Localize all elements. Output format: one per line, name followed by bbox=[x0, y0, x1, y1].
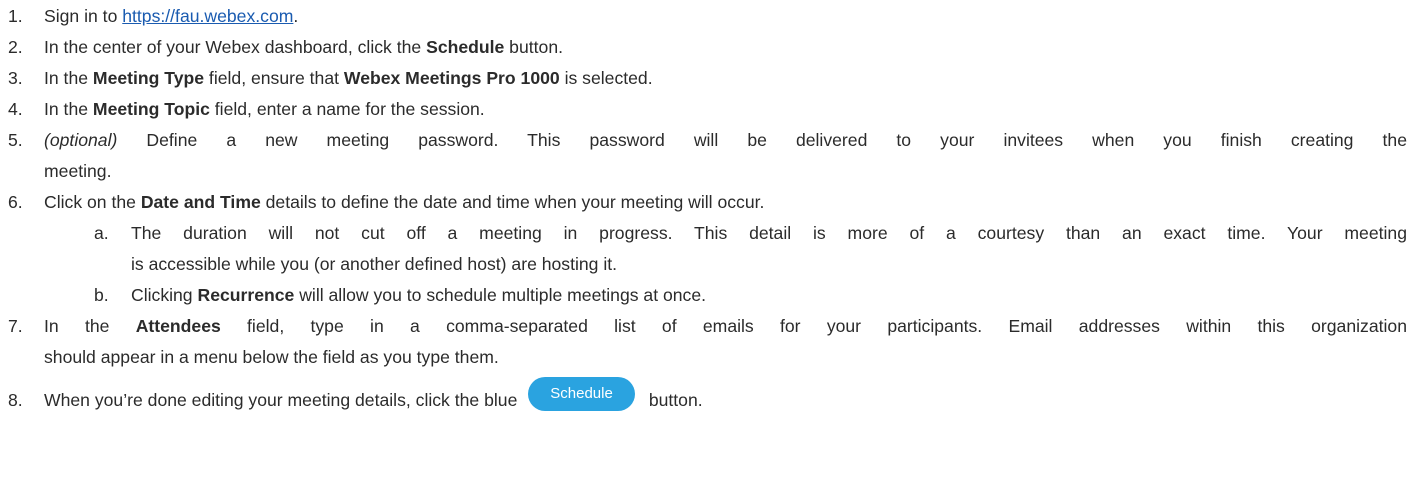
schedule-term: Schedule bbox=[426, 37, 505, 57]
substep-letter: b. bbox=[94, 285, 109, 305]
instructions-document: 1. Sign in to https://fau.webex.com. 2. … bbox=[0, 0, 1418, 500]
step-number: 8. bbox=[8, 390, 23, 410]
schedule-button[interactable]: Schedule bbox=[528, 377, 635, 412]
meeting-pro-term: Webex Meetings Pro 1000 bbox=[343, 68, 560, 88]
date-time-term: Date and Time bbox=[140, 192, 261, 212]
step-number: 1. bbox=[8, 6, 23, 26]
step-text: In the center of your Webex dashboard, c… bbox=[44, 37, 427, 57]
attendees-term: Attendees bbox=[135, 316, 221, 336]
step-number: 2. bbox=[8, 37, 23, 57]
recurrence-term: Recurrence bbox=[197, 285, 295, 305]
step-text: Sign in to bbox=[44, 6, 123, 26]
meeting-type-term: Meeting Type bbox=[92, 68, 205, 88]
step-number: 7. bbox=[8, 316, 23, 336]
step-number: 6. bbox=[8, 192, 23, 212]
step-number: 3. bbox=[8, 68, 23, 88]
step-number: 5. bbox=[8, 130, 23, 150]
substep-letter: a. bbox=[94, 223, 109, 243]
meeting-topic-term: Meeting Topic bbox=[92, 99, 210, 119]
webex-link[interactable]: https://fau.webex.com bbox=[122, 6, 293, 26]
optional-label: (optional) bbox=[44, 130, 118, 150]
step-number: 4. bbox=[8, 99, 23, 119]
